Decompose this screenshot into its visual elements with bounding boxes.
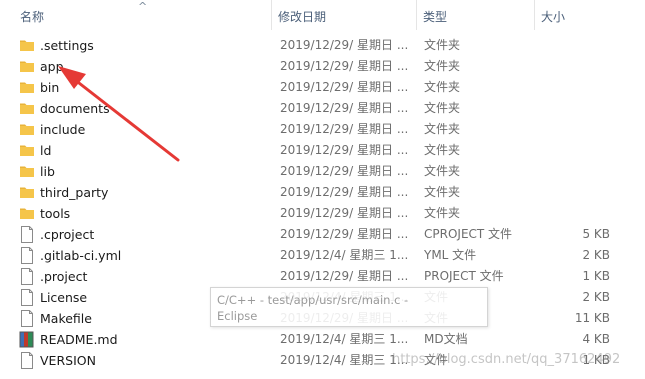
annotation-arrow-icon <box>58 66 180 162</box>
